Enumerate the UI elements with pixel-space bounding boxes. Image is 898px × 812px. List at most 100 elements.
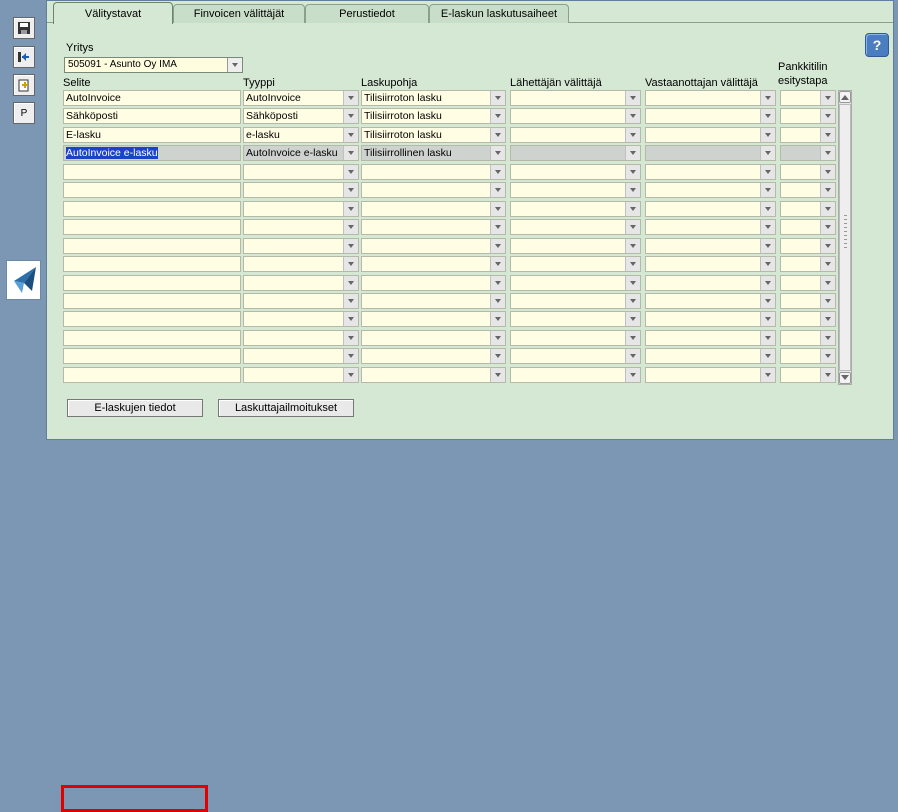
save-icon[interactable] xyxy=(13,17,35,39)
chevron-down-icon[interactable] xyxy=(760,368,775,382)
chevron-down-icon[interactable] xyxy=(760,349,775,363)
chevron-down-icon[interactable] xyxy=(625,165,640,179)
vastaanottajan-valittaja-select[interactable] xyxy=(645,219,776,235)
vastaanottajan-valittaja-select[interactable] xyxy=(645,367,776,383)
selite-cell[interactable] xyxy=(63,256,241,272)
laskupohja-select[interactable] xyxy=(361,348,506,364)
chevron-down-icon[interactable] xyxy=(760,239,775,253)
tab-e-laskun-laskutusaiheet[interactable]: E-laskun laskutusaiheet xyxy=(429,4,569,23)
chevron-down-icon[interactable] xyxy=(820,294,835,308)
tyyppi-select[interactable] xyxy=(243,348,359,364)
tyyppi-select[interactable] xyxy=(243,164,359,180)
vastaanottajan-valittaja-select[interactable] xyxy=(645,330,776,346)
vastaanottajan-valittaja-select[interactable] xyxy=(645,164,776,180)
vastaanottajan-valittaja-select[interactable] xyxy=(645,256,776,272)
grid-scrollbar[interactable] xyxy=(838,90,852,385)
vastaanottajan-valittaja-select[interactable] xyxy=(645,311,776,327)
tab-finvoicen-valittajat[interactable]: Finvoicen välittäjät xyxy=(173,4,305,23)
chevron-down-icon[interactable] xyxy=(227,58,242,72)
laskupohja-select[interactable] xyxy=(361,311,506,327)
chevron-down-icon[interactable] xyxy=(490,257,505,271)
help-button[interactable]: ? xyxy=(865,33,889,57)
selite-cell[interactable] xyxy=(63,330,241,346)
chevron-down-icon[interactable] xyxy=(490,294,505,308)
chevron-down-icon[interactable] xyxy=(490,202,505,216)
chevron-down-icon[interactable] xyxy=(343,312,358,326)
lahettajan-valittaja-select[interactable] xyxy=(510,145,641,161)
selite-cell[interactable]: Sähköposti xyxy=(63,108,241,124)
vastaanottajan-valittaja-select[interactable] xyxy=(645,238,776,254)
tyyppi-select[interactable]: Sähköposti xyxy=(243,108,359,124)
chevron-down-icon[interactable] xyxy=(343,202,358,216)
chevron-down-icon[interactable] xyxy=(625,109,640,123)
lahettajan-valittaja-select[interactable] xyxy=(510,164,641,180)
chevron-down-icon[interactable] xyxy=(343,165,358,179)
tab-perustiedot[interactable]: Perustiedot xyxy=(305,4,429,23)
selite-cell[interactable] xyxy=(63,275,241,291)
chevron-down-icon[interactable] xyxy=(625,128,640,142)
chevron-down-icon[interactable] xyxy=(760,294,775,308)
chevron-down-icon[interactable] xyxy=(760,202,775,216)
chevron-down-icon[interactable] xyxy=(490,276,505,290)
pankkitilin-esitystapa-select[interactable] xyxy=(780,238,836,254)
laskupohja-select[interactable] xyxy=(361,367,506,383)
chevron-down-icon[interactable] xyxy=(490,91,505,105)
tyyppi-select[interactable] xyxy=(243,275,359,291)
laskupohja-select[interactable] xyxy=(361,164,506,180)
selite-cell[interactable] xyxy=(63,219,241,235)
chevron-down-icon[interactable] xyxy=(820,331,835,345)
tyyppi-select[interactable]: AutoInvoice xyxy=(243,90,359,106)
chevron-down-icon[interactable] xyxy=(343,257,358,271)
lahettajan-valittaja-select[interactable] xyxy=(510,201,641,217)
selite-cell[interactable] xyxy=(63,182,241,198)
selite-cell[interactable] xyxy=(63,164,241,180)
chevron-down-icon[interactable] xyxy=(490,331,505,345)
chevron-down-icon[interactable] xyxy=(760,257,775,271)
tyyppi-select[interactable] xyxy=(243,238,359,254)
chevron-down-icon[interactable] xyxy=(820,146,835,160)
tyyppi-select[interactable] xyxy=(243,256,359,272)
lahettajan-valittaja-select[interactable] xyxy=(510,330,641,346)
lahettajan-valittaja-select[interactable] xyxy=(510,348,641,364)
chevron-down-icon[interactable] xyxy=(490,239,505,253)
laskupohja-select[interactable] xyxy=(361,182,506,198)
vastaanottajan-valittaja-select[interactable] xyxy=(645,108,776,124)
vastaanottajan-valittaja-select[interactable] xyxy=(645,293,776,309)
chevron-down-icon[interactable] xyxy=(760,312,775,326)
scroll-down-icon[interactable] xyxy=(839,372,851,384)
pankkitilin-esitystapa-select[interactable] xyxy=(780,311,836,327)
lahettajan-valittaja-select[interactable] xyxy=(510,367,641,383)
vastaanottajan-valittaja-select[interactable] xyxy=(645,182,776,198)
lahettajan-valittaja-select[interactable] xyxy=(510,275,641,291)
chevron-down-icon[interactable] xyxy=(490,128,505,142)
selite-cell[interactable] xyxy=(63,293,241,309)
chevron-down-icon[interactable] xyxy=(343,276,358,290)
chevron-down-icon[interactable] xyxy=(343,239,358,253)
new-document-icon[interactable] xyxy=(13,74,35,96)
scroll-thumb[interactable] xyxy=(839,104,851,371)
tyyppi-select[interactable] xyxy=(243,201,359,217)
laskupohja-select[interactable] xyxy=(361,330,506,346)
lahettajan-valittaja-select[interactable] xyxy=(510,256,641,272)
chevron-down-icon[interactable] xyxy=(760,165,775,179)
selite-cell[interactable] xyxy=(63,201,241,217)
chevron-down-icon[interactable] xyxy=(625,220,640,234)
vastaanottajan-valittaja-select[interactable] xyxy=(645,348,776,364)
chevron-down-icon[interactable] xyxy=(760,109,775,123)
laskupohja-select[interactable]: Tilisiirroton lasku xyxy=(361,90,506,106)
chevron-down-icon[interactable] xyxy=(820,91,835,105)
chevron-down-icon[interactable] xyxy=(490,312,505,326)
tab-valitystavat[interactable]: Välitystavat xyxy=(53,2,173,24)
chevron-down-icon[interactable] xyxy=(820,276,835,290)
chevron-down-icon[interactable] xyxy=(625,368,640,382)
pankkitilin-esitystapa-select[interactable] xyxy=(780,182,836,198)
chevron-down-icon[interactable] xyxy=(820,128,835,142)
vastaanottajan-valittaja-select[interactable] xyxy=(645,145,776,161)
chevron-down-icon[interactable] xyxy=(343,128,358,142)
chevron-down-icon[interactable] xyxy=(625,91,640,105)
laskupohja-select[interactable] xyxy=(361,238,506,254)
chevron-down-icon[interactable] xyxy=(760,183,775,197)
chevron-down-icon[interactable] xyxy=(820,349,835,363)
laskupohja-select[interactable]: Tilisiirroton lasku xyxy=(361,108,506,124)
chevron-down-icon[interactable] xyxy=(760,331,775,345)
